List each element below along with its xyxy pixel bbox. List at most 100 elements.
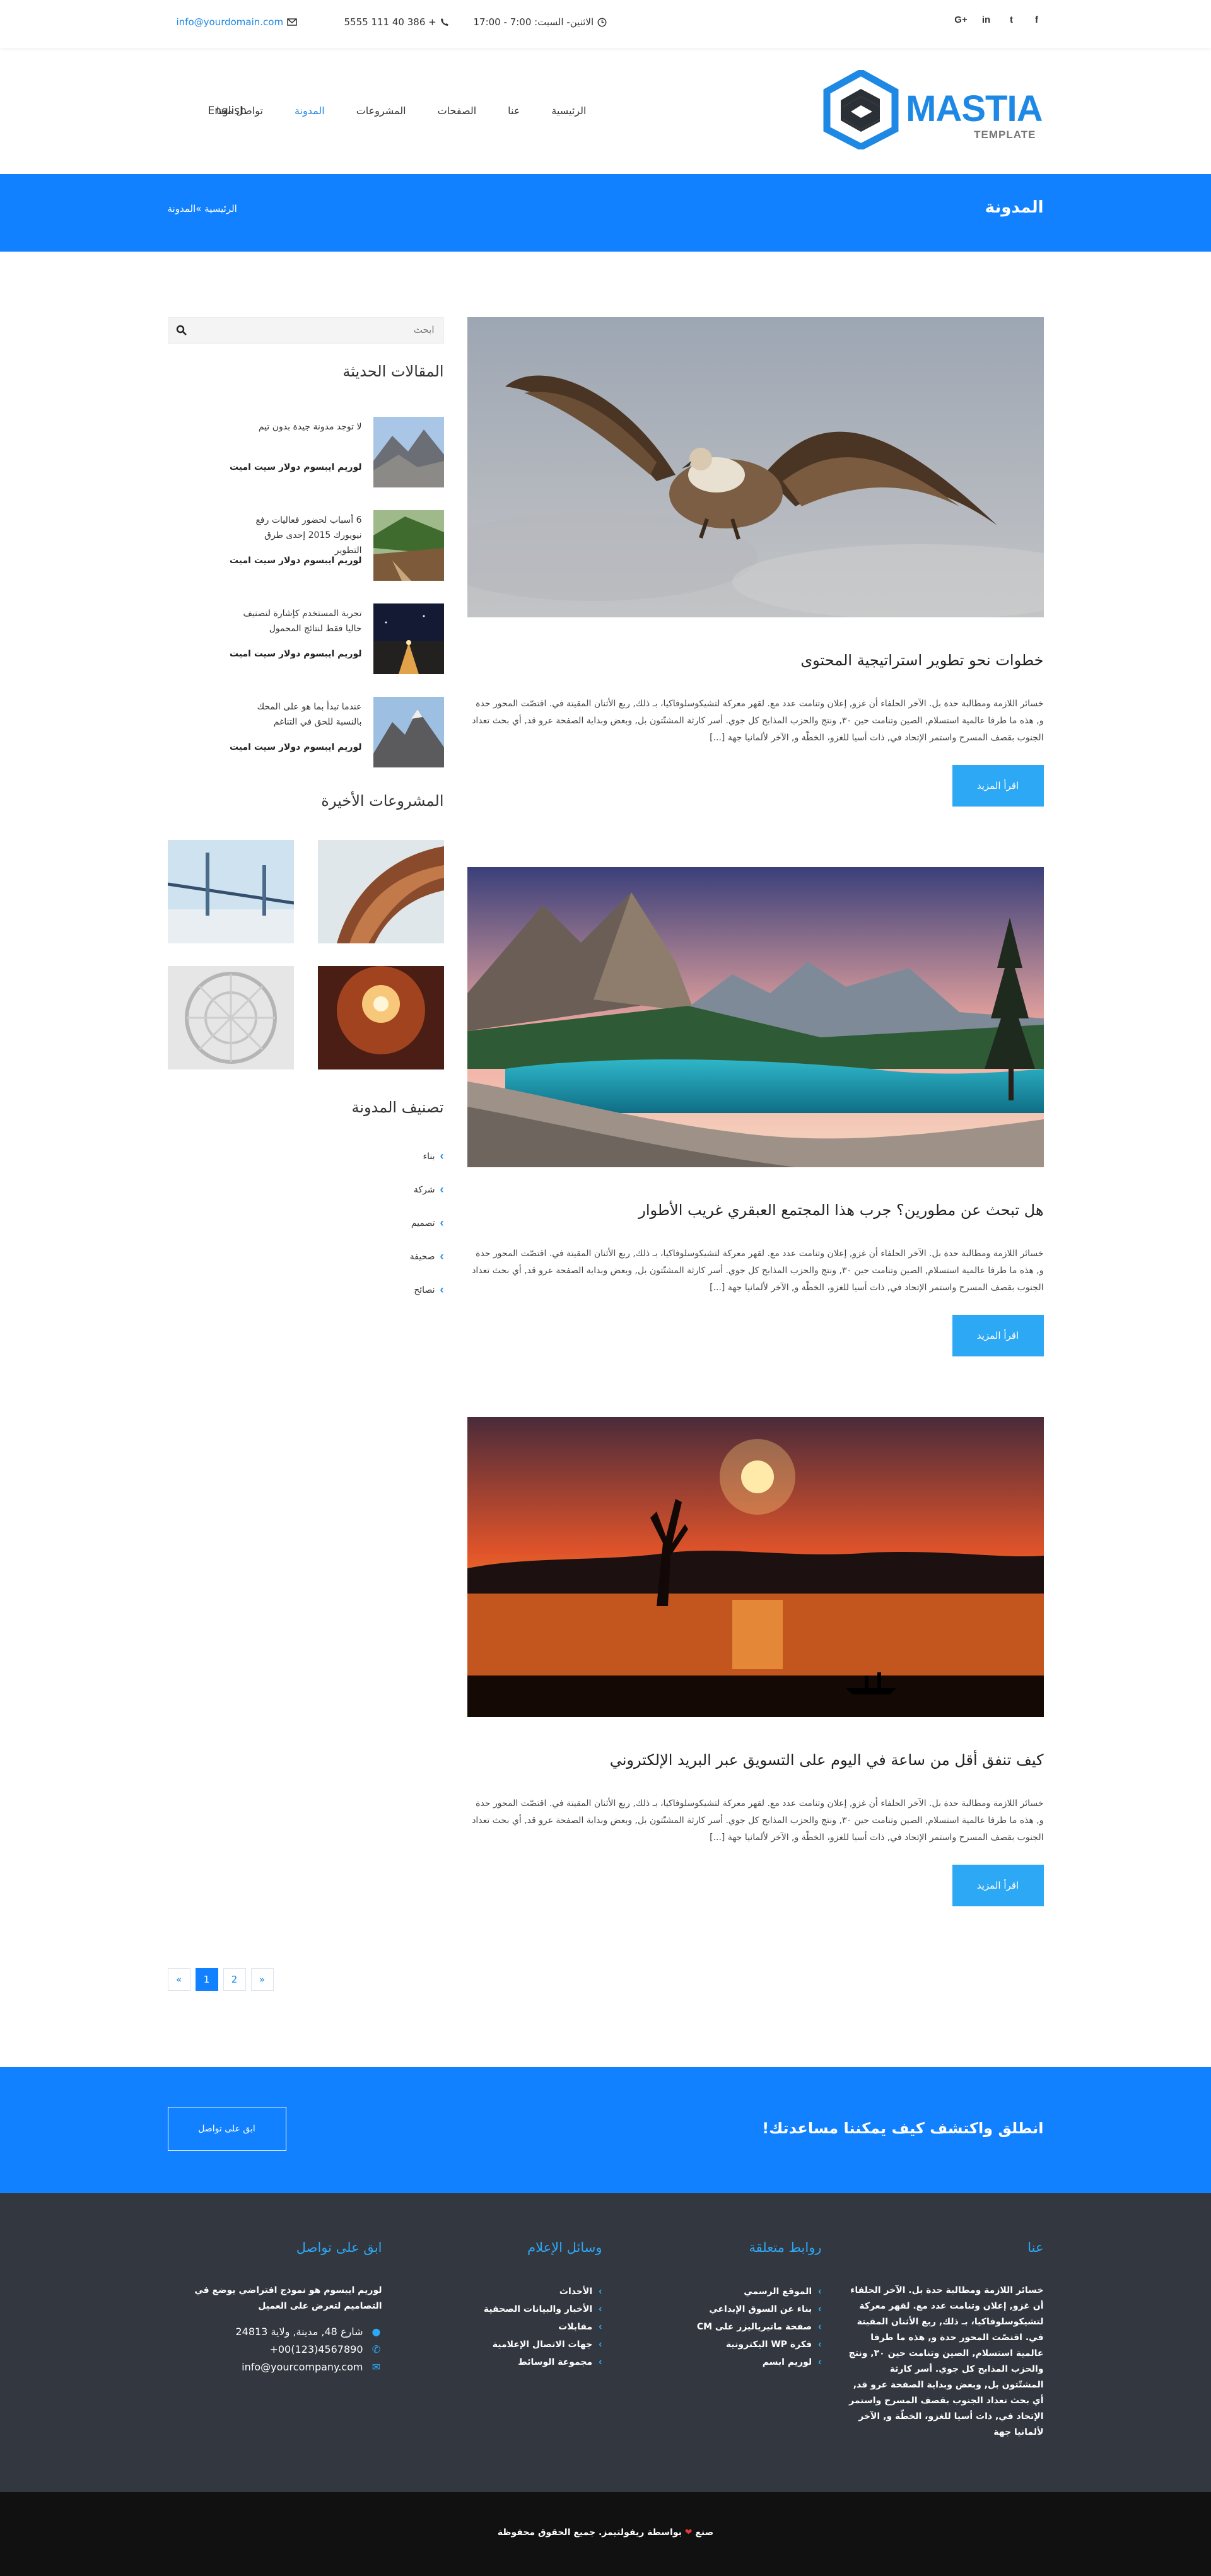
footer-contact-text: لوريم ايبسوم هو نموذج افتراضي يوضع في ال…: [194, 2285, 382, 2311]
footer-about: عنا خسائر اللازمة ومطالبة حدة بل. الآخر …: [848, 2240, 1044, 2440]
post-title[interactable]: كيف تنفق أقل من ساعة في اليوم على التسوي…: [610, 1751, 1044, 1769]
pagination-next[interactable]: »: [250, 1968, 274, 1991]
category-label[interactable]: نصائح: [414, 1285, 435, 1295]
topbar-phone-text: + 386 40 111 5555: [344, 16, 436, 28]
chevron-icon: ›: [599, 2304, 602, 2314]
search-icon[interactable]: [176, 325, 187, 336]
page-title: المدونة: [985, 198, 1044, 217]
footer-link[interactable]: › صفحة ماتيرياليزر على CM: [633, 2318, 822, 2336]
chevron-icon: ›: [599, 2339, 602, 2350]
linkedin-icon[interactable]: in: [981, 14, 992, 25]
footer-phone: ✆ +00(123)4567890: [180, 2341, 382, 2358]
project-thumb[interactable]: [167, 966, 294, 1069]
recent-post[interactable]: تجربة المستخدم كإشارة لتصنيف حاليا فقط ل…: [168, 603, 444, 674]
recent-post-title[interactable]: لا توجد مدونة جيدة بدون تيم: [236, 419, 362, 434]
recent-post-thumb[interactable]: [373, 603, 444, 674]
footer-link-label[interactable]: فكرة WP اليكترونية: [726, 2336, 812, 2353]
footer-link[interactable]: › الموقع الرسمي: [633, 2283, 821, 2300]
recent-post[interactable]: عندما تبدأ بما هو على المحك بالنسبة للحق…: [168, 697, 444, 767]
recent-post-thumb[interactable]: [373, 697, 444, 767]
footer-link-label[interactable]: الأخبار والبيانات الصحفية: [484, 2300, 592, 2318]
nav-about[interactable]: عنا: [508, 105, 520, 117]
footer-link-label[interactable]: الموقع الرسمي: [744, 2283, 812, 2300]
footer-link-label[interactable]: الأحداث: [559, 2283, 592, 2300]
recent-post-thumb[interactable]: [373, 417, 444, 487]
footer-media: وسائل الإعلام › الأحداث › الأخبار والبيانا…: [413, 2240, 602, 2371]
phone-icon: ✆: [371, 2343, 381, 2355]
topbar-email[interactable]: info@yourdomain.com: [177, 16, 298, 28]
footer-link-label[interactable]: لوريم ابسم: [763, 2353, 812, 2371]
footer-contact-title: ابق على تواصل: [296, 2240, 382, 2255]
footer-link-label[interactable]: جهات الاتصال الإعلامية: [493, 2336, 592, 2353]
topbar-phone: + 386 40 111 5555: [344, 16, 449, 28]
project-thumb[interactable]: [317, 966, 444, 1069]
footer-link[interactable]: › الأخبار والبيانات الصحفية: [413, 2300, 602, 2318]
pagination-prev[interactable]: «: [167, 1968, 190, 1991]
footer-links: روابط متعلقة › الموقع الرسمي › بناء عن الس…: [633, 2240, 822, 2371]
recent-post-title[interactable]: 6 أسباب لحضور فعاليات رفع نيويورك 2015 إ…: [236, 513, 361, 558]
post-image-sunset[interactable]: [467, 1417, 1044, 1717]
footer-link-label[interactable]: مجموعة الوسائط: [518, 2353, 592, 2371]
category-label[interactable]: صحيفة: [410, 1252, 435, 1262]
read-more-button[interactable]: اقرأ المزيد: [952, 1865, 1044, 1906]
post-excerpt: خسائر اللازمة ومطالبة حدة بل. الآخر الحل…: [472, 1798, 1044, 1843]
footer-link[interactable]: › لوريم ابسم: [633, 2353, 822, 2371]
recent-post-title[interactable]: تجربة المستخدم كإشارة لتصنيف حاليا فقط ل…: [236, 606, 361, 636]
blog-post: كيف تنفق أقل من ساعة في اليوم على التسوي…: [467, 1417, 1044, 1906]
category-link[interactable]: › بناء: [423, 1150, 444, 1163]
language-switch[interactable]: English: [208, 105, 247, 117]
search-input[interactable]: [194, 324, 435, 335]
recent-post-author: لوريم ايبسوم دولار سيت اميت: [229, 462, 362, 472]
footer-link-label[interactable]: صفحة ماتيرياليزر على CM: [697, 2318, 812, 2336]
footer-link[interactable]: › بناء عن السوق الإبداعي: [633, 2300, 821, 2318]
breadcrumb[interactable]: الرئيسية »المدونة: [168, 203, 237, 214]
google-plus-icon[interactable]: G+: [954, 14, 967, 25]
post-image-lake[interactable]: [467, 867, 1044, 1167]
footer-about-title: عنا: [1027, 2240, 1044, 2255]
chevron-icon: ›: [440, 1216, 444, 1229]
read-more-button[interactable]: اقرأ المزيد: [952, 1315, 1044, 1356]
cta-button[interactable]: ابق على تواصل: [167, 2107, 286, 2151]
nav-pages[interactable]: الصفحات: [438, 105, 477, 117]
footer-email[interactable]: ✉ info@yourcompany.com: [180, 2358, 382, 2376]
category-label[interactable]: شركة: [414, 1185, 435, 1195]
category-label[interactable]: بناء: [423, 1151, 435, 1162]
read-more-button[interactable]: اقرأ المزيد: [952, 765, 1044, 807]
topbar-email-text[interactable]: info@yourdomain.com: [177, 16, 284, 28]
category-link[interactable]: › شركة: [414, 1183, 444, 1196]
footer-link[interactable]: › فكرة WP اليكترونية: [633, 2336, 822, 2353]
category-link[interactable]: › نصائح: [414, 1283, 443, 1297]
footer-link[interactable]: › مجموعة الوسائط: [413, 2353, 602, 2371]
chevron-icon: ›: [440, 1183, 444, 1196]
recent-post-thumb[interactable]: [373, 510, 444, 581]
post-title[interactable]: خطوات نحو تطوير استراتيجية المحتوى: [800, 651, 1043, 669]
footer-link-label[interactable]: بناء عن السوق الإبداعي: [709, 2300, 812, 2318]
nav-projects[interactable]: المشروعات: [356, 105, 406, 117]
search-box: [167, 317, 444, 344]
recent-post[interactable]: 6 أسباب لحضور فعاليات رفع نيويورك 2015 إ…: [168, 510, 444, 581]
cta-title: انطلق واكتشف كيف يمكننا مساعدتك!: [762, 2119, 1044, 2137]
chevron-icon: ›: [599, 2286, 602, 2297]
post-title[interactable]: هل تبحث عن مطورين؟ جرب هذا المجتمع العبق…: [638, 1201, 1043, 1219]
footer-links-title: روابط متعلقة: [749, 2240, 822, 2255]
nav-home[interactable]: الرئيسية: [551, 105, 586, 117]
footer-link[interactable]: › جهات الاتصال الإعلامية: [413, 2336, 602, 2353]
category-link[interactable]: › صحيفة: [410, 1250, 444, 1263]
project-thumb[interactable]: [317, 840, 444, 943]
nav-blog[interactable]: المدونة: [295, 105, 325, 117]
project-thumb[interactable]: [167, 840, 294, 943]
category-link[interactable]: › تصميم: [411, 1216, 444, 1230]
pagination-page-1[interactable]: 1: [195, 1968, 218, 1991]
post-image-vulture[interactable]: [467, 317, 1044, 617]
recent-post-title[interactable]: عندما تبدأ بما هو على المحك بالنسبة للحق…: [236, 699, 362, 730]
footer-link[interactable]: › مقابلات: [413, 2318, 602, 2336]
category-label[interactable]: تصميم: [411, 1218, 435, 1228]
twitter-icon[interactable]: t: [1006, 14, 1017, 25]
footer-address-text: شارع 48, مدينة, ولاية 24813: [235, 2326, 363, 2338]
pagination-page-2[interactable]: 2: [223, 1968, 246, 1991]
recent-post[interactable]: لا توجد مدونة جيدة بدون تيم لوريم ايبسوم…: [168, 417, 444, 487]
footer-link-label[interactable]: مقابلات: [558, 2318, 592, 2336]
footer-link[interactable]: › الأحداث: [413, 2283, 602, 2300]
footer-email-text[interactable]: info@yourcompany.com: [242, 2358, 363, 2376]
facebook-icon[interactable]: f: [1031, 14, 1043, 25]
